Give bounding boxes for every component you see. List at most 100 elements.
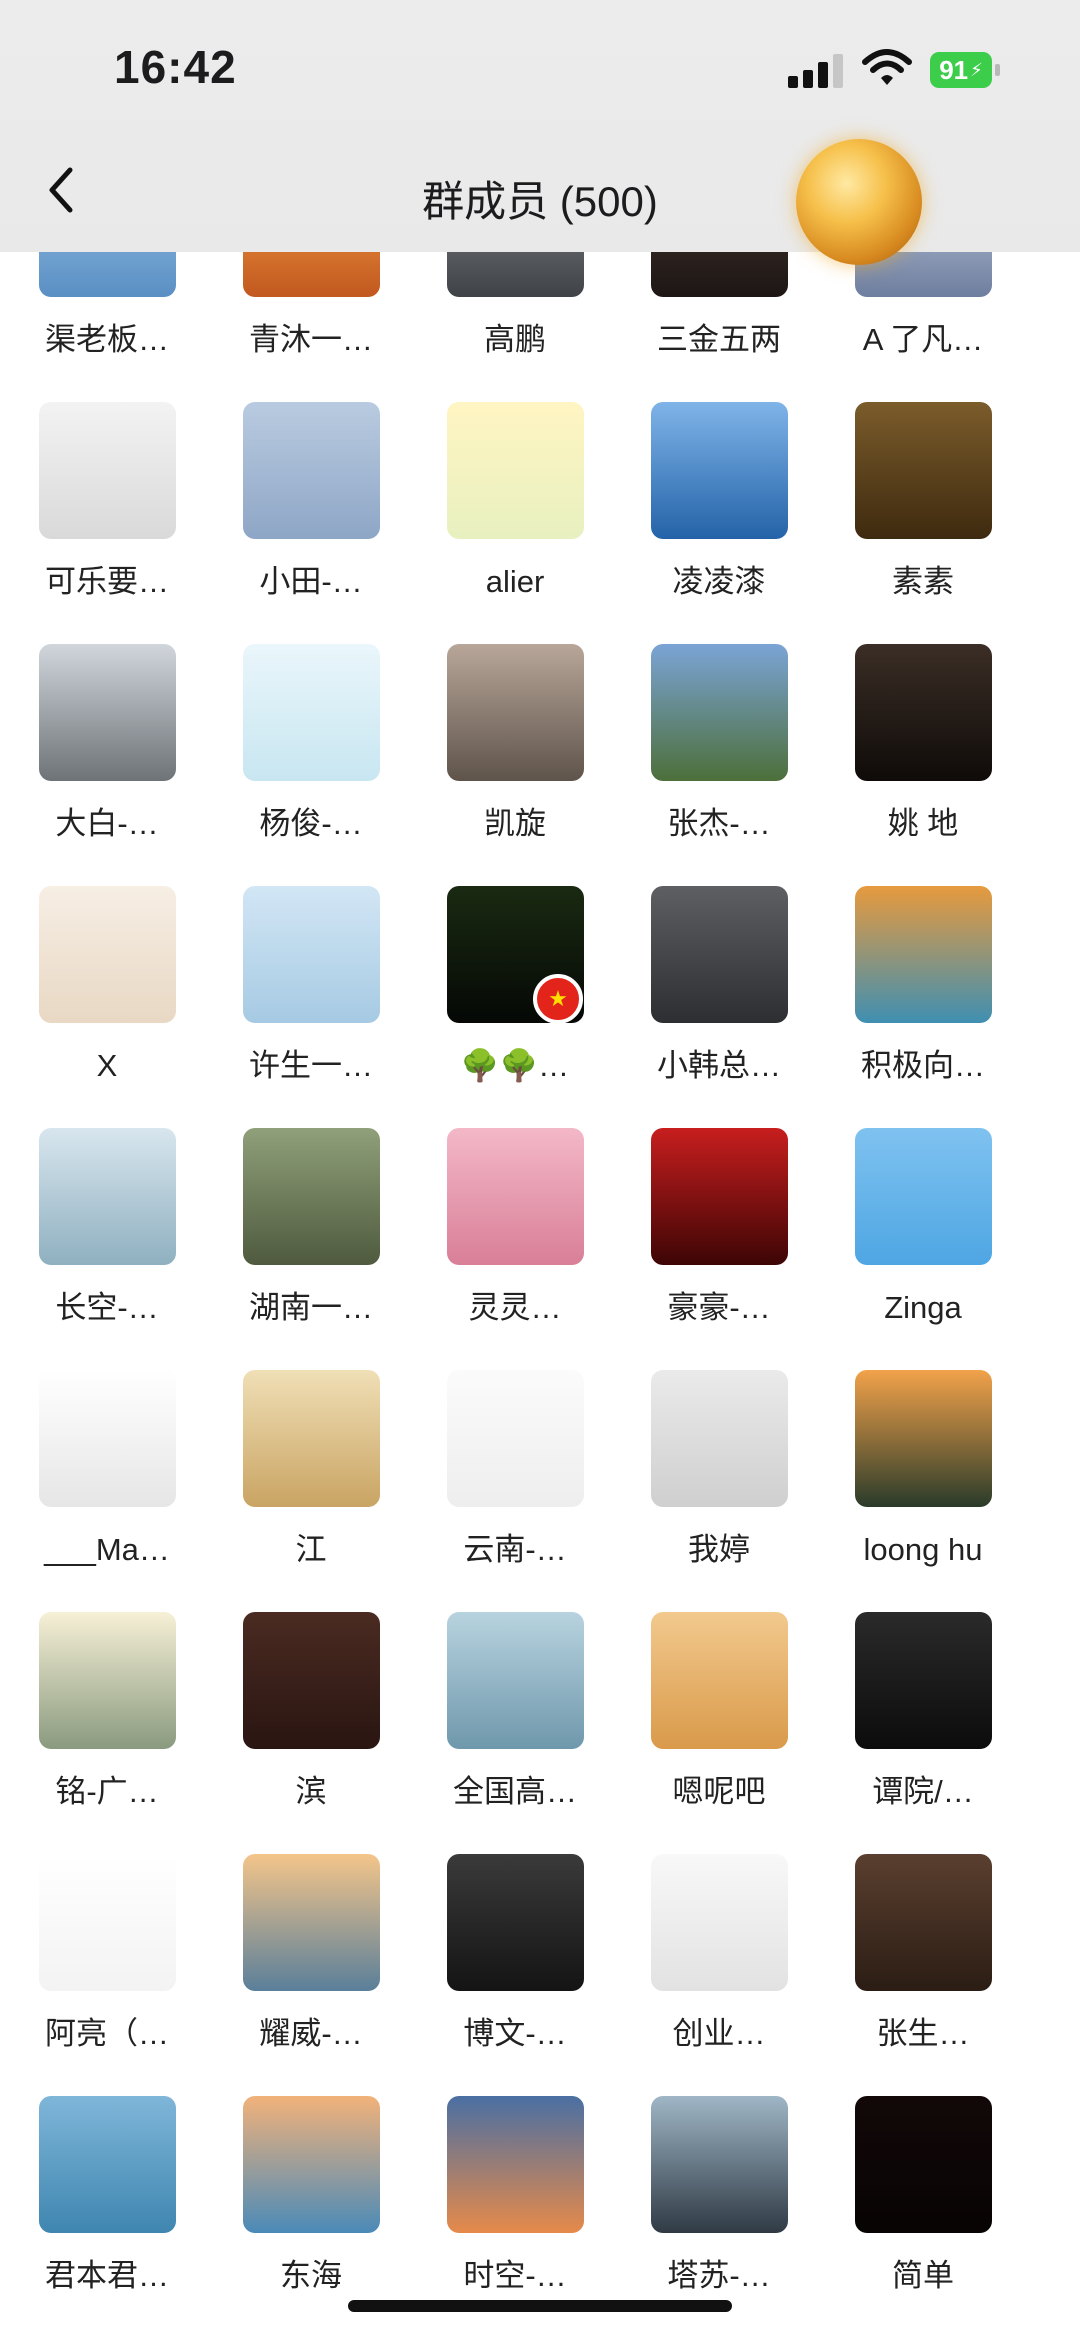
member-avatar[interactable] (243, 1612, 380, 1749)
member-item[interactable]: 全国高… (408, 1612, 612, 1854)
member-item[interactable]: 小韩总… (612, 886, 816, 1128)
member-item[interactable]: 灵灵… (408, 1128, 612, 1370)
member-avatar[interactable] (855, 886, 992, 1023)
member-avatar[interactable] (651, 1612, 788, 1749)
cartoon-bear-icon (243, 644, 380, 781)
member-avatar[interactable] (447, 1370, 584, 1507)
member-item[interactable]: 简单 (816, 2096, 1020, 2338)
member-item[interactable]: 大白-… (0, 644, 204, 886)
member-item[interactable]: 铭-广… (0, 1612, 204, 1854)
member-item[interactable]: 可乐要… (0, 402, 204, 644)
home-indicator[interactable] (348, 2300, 732, 2312)
member-item[interactable]: 许生一… (204, 886, 408, 1128)
floating-moon-icon[interactable] (796, 139, 922, 265)
member-item[interactable]: 小田-… (204, 402, 408, 644)
member-item[interactable]: 创业… (612, 1854, 816, 2096)
family-photo-icon (243, 1128, 380, 1265)
member-avatar[interactable] (243, 1370, 380, 1507)
member-item[interactable]: 云南-… (408, 1370, 612, 1612)
member-item[interactable]: 素素 (816, 402, 1020, 644)
member-item[interactable]: 豪豪-… (612, 1128, 816, 1370)
member-name: 创业… (672, 2016, 766, 2051)
member-avatar[interactable] (855, 644, 992, 781)
member-item[interactable]: 阿亮（… (0, 1854, 204, 2096)
member-item[interactable]: X (0, 886, 204, 1128)
battery-level: 91 (939, 54, 969, 85)
member-avatar[interactable] (651, 1370, 788, 1507)
sailboat-icon (651, 402, 788, 539)
member-name: 阿亮（… (45, 2016, 169, 2051)
member-item[interactable]: Zinga (816, 1128, 1020, 1370)
member-avatar[interactable] (447, 2096, 584, 2233)
member-item[interactable]: 张杰-… (612, 644, 816, 886)
member-item[interactable]: 张生… (816, 1854, 1020, 2096)
member-item[interactable]: 谭院/… (816, 1612, 1020, 1854)
member-avatar[interactable] (447, 1612, 584, 1749)
member-item[interactable]: ___Ma… (0, 1370, 204, 1612)
illustrated-man-icon (243, 1612, 380, 1749)
member-avatar[interactable] (651, 886, 788, 1023)
member-item[interactable]: 君本君… (0, 2096, 204, 2338)
member-avatar[interactable] (39, 402, 176, 539)
fashion-boy-icon (447, 1370, 584, 1507)
member-avatar[interactable] (39, 1370, 176, 1507)
member-avatar[interactable] (855, 1854, 992, 1991)
member-avatar[interactable] (855, 1370, 992, 1507)
member-item[interactable]: alier (408, 402, 612, 644)
member-item[interactable]: 长空-… (0, 1128, 204, 1370)
member-avatar[interactable] (447, 1854, 584, 1991)
sports-car-icon (39, 644, 176, 781)
member-avatar[interactable] (243, 2096, 380, 2233)
autumn-tree-icon (855, 886, 992, 1023)
member-avatar[interactable] (651, 2096, 788, 2233)
member-name: 东海 (280, 2258, 342, 2293)
member-avatar[interactable] (855, 1612, 992, 1749)
member-item[interactable]: 湖南一… (204, 1128, 408, 1370)
member-avatar[interactable] (39, 886, 176, 1023)
member-item[interactable]: 博文-… (408, 1854, 612, 2096)
member-name: 🌳🌳… (460, 1048, 570, 1083)
member-avatar[interactable] (39, 1128, 176, 1265)
member-item[interactable]: 滨 (204, 1612, 408, 1854)
member-avatar[interactable] (243, 644, 380, 781)
member-avatar[interactable] (39, 2096, 176, 2233)
member-item[interactable]: 凌凌漆 (612, 402, 816, 644)
member-avatar[interactable] (39, 1612, 176, 1749)
member-avatar[interactable] (651, 1128, 788, 1265)
member-avatar[interactable] (243, 886, 380, 1023)
member-name: 耀威-… (259, 2016, 363, 2051)
golden-rose-icon (855, 402, 992, 539)
member-name: 简单 (892, 2258, 954, 2293)
member-grid: 渠老板… 青沐一… 高鹏 三金五两 A 了凡… 可乐要… 小田-… alier 凌凌漆 素素 大白-… (0, 0, 1080, 2337)
member-avatar[interactable] (39, 1854, 176, 1991)
member-name: 时空-… (463, 2258, 567, 2293)
member-avatar[interactable] (651, 1854, 788, 1991)
member-name: ___Ma… (44, 1532, 170, 1567)
member-avatar[interactable] (651, 402, 788, 539)
woman-beach-icon (39, 2096, 176, 2233)
member-avatar[interactable] (243, 402, 380, 539)
member-item[interactable]: 耀威-… (204, 1854, 408, 2096)
member-item[interactable]: 嗯呢吧 (612, 1612, 816, 1854)
member-name: 凯旋 (484, 806, 546, 841)
member-avatar[interactable] (651, 644, 788, 781)
member-avatar[interactable] (447, 1128, 584, 1265)
member-item[interactable]: ★ 🌳🌳… (408, 886, 612, 1128)
member-item[interactable]: 我婷 (612, 1370, 816, 1612)
member-item[interactable]: 杨俊-… (204, 644, 408, 886)
member-avatar[interactable] (855, 402, 992, 539)
member-item[interactable]: 凯旋 (408, 644, 612, 886)
member-item[interactable]: 江 (204, 1370, 408, 1612)
member-item[interactable]: 姚 地 (816, 644, 1020, 886)
member-avatar[interactable] (855, 1128, 992, 1265)
member-name: alier (485, 564, 545, 599)
member-item[interactable]: 积极向… (816, 886, 1020, 1128)
member-name: 铭-广… (55, 1774, 159, 1809)
member-avatar[interactable] (447, 402, 584, 539)
member-avatar[interactable] (243, 1128, 380, 1265)
member-item[interactable]: loong hu (816, 1370, 1020, 1612)
member-avatar[interactable] (855, 2096, 992, 2233)
member-avatar[interactable] (243, 1854, 380, 1991)
member-avatar[interactable] (39, 644, 176, 781)
member-avatar[interactable] (447, 644, 584, 781)
